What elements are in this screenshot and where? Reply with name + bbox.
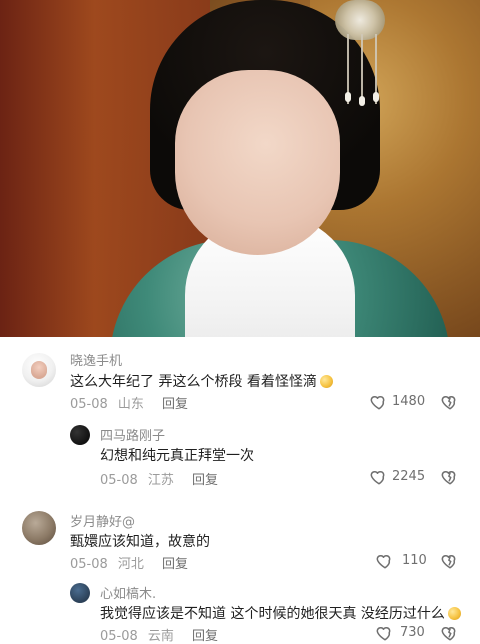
ornament-flower — [335, 0, 385, 40]
like-count: 1480 — [392, 394, 426, 409]
user-avatar-icon — [22, 511, 56, 545]
reply-button[interactable]: 回复 — [192, 469, 218, 488]
like-count: 2245 — [392, 469, 426, 484]
comment-text-body: 这么大年纪了 弄这么个桥段 看着怪怪滴 — [70, 374, 317, 390]
ornament-bead — [345, 92, 351, 102]
video-face — [175, 70, 340, 255]
comment-text: 幻想和纯元真正拜堂一次 — [100, 448, 254, 464]
user-avatar[interactable] — [70, 425, 90, 445]
comment-meta: 05-08 江苏 — [100, 469, 174, 488]
user-avatar-icon — [70, 425, 90, 445]
broken-heart-outline-icon[interactable] — [441, 393, 459, 411]
reply-button[interactable]: 回复 — [162, 393, 188, 412]
comment-username[interactable]: 心如槁木. — [100, 583, 156, 602]
comment-username[interactable]: 岁月静好@ — [70, 511, 135, 530]
ornament-bead — [359, 96, 365, 106]
broken-heart-outline-icon[interactable] — [441, 552, 459, 570]
comment-meta: 05-08 河北 — [70, 553, 144, 572]
ornament-strand — [361, 34, 363, 104]
reply-button[interactable]: 回复 — [192, 625, 218, 644]
laugh-cry-emoji-icon — [447, 607, 461, 620]
heart-outline-icon[interactable] — [376, 624, 394, 642]
comment-location: 河北 — [117, 557, 144, 572]
heart-outline-icon[interactable] — [370, 393, 388, 411]
reply-button[interactable]: 回复 — [162, 553, 188, 572]
heart-outline-icon[interactable] — [370, 468, 388, 486]
comment-meta: 05-08 云南 — [100, 625, 174, 644]
ornament-bead — [373, 92, 379, 102]
broken-heart-outline-icon[interactable] — [441, 468, 459, 486]
comment-location: 云南 — [147, 629, 174, 644]
comment-date: 05-08 — [70, 557, 108, 572]
comment-text-body: 我觉得应该是不知道 这个时候的她很天真 没经历过什么 — [100, 606, 445, 622]
video-frame[interactable] — [0, 0, 480, 337]
comment-date: 05-08 — [100, 629, 138, 644]
comments-section: 晓逸手机 这么大年纪了 弄这么个桥段 看着怪怪滴 05-08 山东 回复 148… — [0, 337, 480, 644]
laugh-cry-emoji-icon — [319, 375, 333, 388]
user-avatar-icon — [70, 583, 90, 603]
user-avatar[interactable] — [22, 511, 56, 545]
user-avatar-icon — [22, 353, 56, 387]
comment-text: 这么大年纪了 弄这么个桥段 看着怪怪滴 — [70, 371, 333, 391]
comment-username[interactable]: 四马路刚子 — [100, 425, 165, 444]
user-avatar[interactable] — [22, 353, 56, 387]
comment-text: 甄嬛应该知道，故意的 — [70, 534, 210, 550]
comment-text: 我觉得应该是不知道 这个时候的她很天真 没经历过什么 — [100, 603, 461, 623]
like-count: 110 — [402, 553, 427, 568]
heart-outline-icon[interactable] — [376, 552, 394, 570]
hair-ornament — [325, 0, 395, 110]
comment-username[interactable]: 晓逸手机 — [70, 350, 122, 369]
comment-date: 05-08 — [100, 473, 138, 488]
comment-meta: 05-08 山东 — [70, 393, 144, 412]
like-count: 730 — [400, 625, 425, 640]
user-avatar[interactable] — [70, 583, 90, 603]
broken-heart-outline-icon[interactable] — [441, 624, 459, 642]
comment-date: 05-08 — [70, 397, 108, 412]
comment-location: 山东 — [117, 397, 144, 412]
comment-location: 江苏 — [147, 473, 174, 488]
